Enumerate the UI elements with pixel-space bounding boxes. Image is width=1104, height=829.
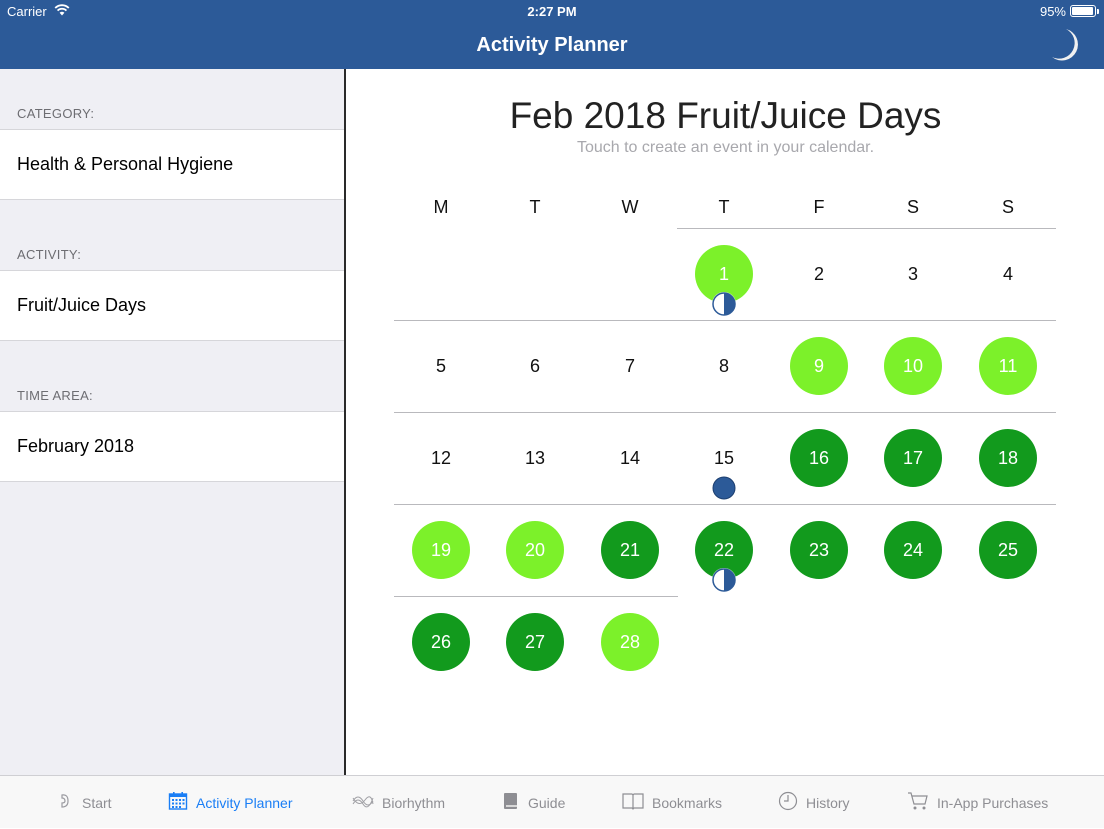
calendar-day[interactable]: 6: [506, 337, 564, 395]
calendar-day[interactable]: 8: [695, 337, 753, 395]
week-separator: [394, 596, 678, 597]
weekday-header: S: [1001, 197, 1014, 217]
calendar-day[interactable]: 14: [601, 429, 659, 487]
tab-label: History: [806, 794, 850, 811]
calendar-day[interactable]: 23: [790, 521, 848, 579]
calendar-title: Feb 2018 Fruit/Juice Days: [509, 95, 942, 136]
tab-guide[interactable]: Guide: [502, 776, 565, 829]
status-time: 2:27 PM: [527, 4, 577, 19]
tab-start[interactable]: Start: [56, 776, 112, 829]
calendar-day[interactable]: 24: [884, 521, 942, 579]
calendar-day[interactable]: 16: [790, 429, 848, 487]
calendar-day[interactable]: 7: [601, 337, 659, 395]
week-separator: [677, 228, 1056, 229]
calendar-day[interactable]: 12: [412, 429, 470, 487]
weekday-header: S: [906, 197, 919, 217]
calendar-day[interactable]: 10: [884, 337, 942, 395]
weekday-header: T: [718, 197, 730, 217]
time-area-cell[interactable]: February 2018: [0, 411, 344, 482]
tab-label: Biorhythm: [382, 794, 446, 811]
bookmarks-icon: [622, 792, 644, 813]
tab-label: Guide: [528, 794, 566, 811]
calendar-day[interactable]: 25: [979, 521, 1037, 579]
category-cell[interactable]: Health & Personal Hygiene: [0, 129, 344, 200]
calendar-panel: Feb 2018 Fruit/Juice Days Touch to creat…: [347, 69, 1104, 775]
week-separator: [394, 504, 1056, 505]
calendar-day[interactable]: 5: [412, 337, 470, 395]
start-icon: [56, 792, 74, 813]
week-separator: [394, 412, 1056, 413]
calendar-day[interactable]: 19: [412, 521, 470, 579]
tab-history[interactable]: History: [778, 776, 850, 829]
full-moon-icon: [712, 476, 736, 500]
calendar-day[interactable]: 27: [506, 613, 564, 671]
calendar-day[interactable]: 9: [790, 337, 848, 395]
calendar-day[interactable]: 11: [979, 337, 1037, 395]
calendar-day[interactable]: 18: [979, 429, 1037, 487]
calendar-day[interactable]: 4: [979, 245, 1037, 303]
calendar-day[interactable]: 13: [506, 429, 564, 487]
time-area-header: TIME AREA:: [17, 388, 93, 403]
calendar-icon: [168, 791, 188, 814]
half-moon-icon: [712, 292, 736, 316]
calendar-day[interactable]: 3: [884, 245, 942, 303]
tab-label: Bookmarks: [652, 794, 723, 811]
half-moon-icon: [712, 568, 736, 592]
moon-icon[interactable]: [1050, 27, 1080, 63]
battery-percent: 95%: [1039, 4, 1066, 19]
time-area-value: February 2018: [17, 436, 135, 456]
activity-header: ACTIVITY:: [17, 247, 82, 262]
battery-icon: [1070, 5, 1099, 17]
tab-label: In-App Purchases: [937, 794, 1049, 811]
tab-biorhythm[interactable]: Biorhythm: [352, 776, 445, 829]
weekday-header: W: [621, 197, 639, 217]
category-header: CATEGORY:: [17, 106, 95, 121]
status-bar: Carrier 2:27 PM 95%: [0, 0, 1104, 22]
week-separator: [394, 320, 1056, 321]
weekday-header: M: [433, 197, 449, 217]
book-icon: [502, 792, 520, 813]
category-value: Health & Personal Hygiene: [17, 154, 234, 174]
calendar-day[interactable]: 21: [601, 521, 659, 579]
tab-bookmarks[interactable]: Bookmarks: [622, 776, 722, 829]
weekday-header: T: [529, 197, 541, 217]
tab-activity-planner[interactable]: Activity Planner: [168, 776, 292, 829]
calendar-day[interactable]: 28: [601, 613, 659, 671]
tab-label: Start: [82, 794, 112, 811]
sidebar: CATEGORY: Health & Personal Hygiene ACTI…: [0, 69, 346, 775]
weekday-header: F: [813, 197, 825, 217]
cart-icon: [907, 791, 929, 814]
tab-in-app-purchases[interactable]: In-App Purchases: [907, 776, 1048, 829]
calendar-day[interactable]: 20: [506, 521, 564, 579]
tab-label: Activity Planner: [196, 794, 293, 811]
clock-icon: [778, 791, 798, 814]
biorhythm-icon: [352, 792, 374, 813]
page-title: Activity Planner: [476, 34, 628, 56]
calendar-day[interactable]: 2: [790, 245, 848, 303]
tab-bar: Start Activity Planner Biorhythm Guide B…: [0, 775, 1104, 828]
activity-cell[interactable]: Fruit/Juice Days: [0, 270, 344, 341]
activity-value: Fruit/Juice Days: [17, 295, 147, 315]
calendar-day[interactable]: 26: [412, 613, 470, 671]
calendar-day[interactable]: 17: [884, 429, 942, 487]
calendar-subtitle: Touch to create an event in your calenda…: [576, 139, 875, 156]
navigation-bar: Carrier 2:27 PM 95% Activity Planner: [0, 0, 1104, 69]
